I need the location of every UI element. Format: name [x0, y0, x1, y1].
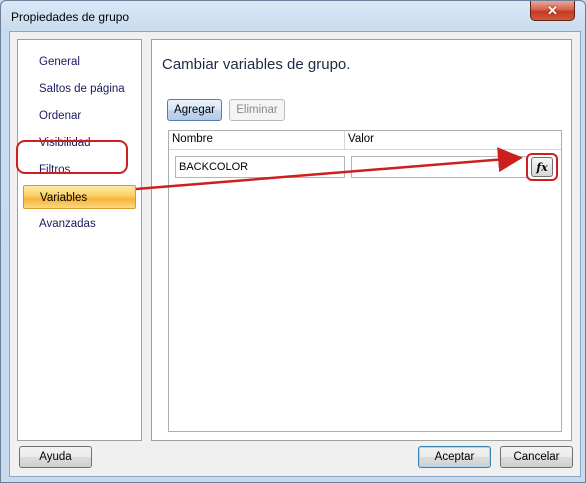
remove-button[interactable]: Eliminar: [229, 99, 285, 121]
variables-grid: Nombre Valor BACKCOLOR fx: [168, 130, 562, 432]
window-title: Propiedades de grupo: [11, 10, 130, 24]
dialog-window: Propiedades de grupo ✕ General Saltos de…: [0, 0, 586, 483]
annotation-ring-variables: [16, 140, 128, 174]
close-icon: ✕: [547, 2, 558, 18]
add-button[interactable]: Agregar: [167, 99, 222, 121]
sidebar-nav: General Saltos de página Ordenar Visibil…: [17, 39, 142, 441]
variable-name-field[interactable]: BACKCOLOR: [175, 156, 345, 178]
dialog-client: General Saltos de página Ordenar Visibil…: [9, 31, 581, 477]
sidebar-item-variables[interactable]: Variables: [23, 185, 136, 209]
annotation-ring-fx: [526, 153, 558, 181]
sidebar-item-page-breaks[interactable]: Saltos de página: [23, 77, 136, 101]
close-button[interactable]: ✕: [530, 1, 575, 21]
help-button[interactable]: Ayuda: [19, 446, 92, 468]
column-header-name: Nombre: [172, 133, 213, 145]
sidebar-item-sort[interactable]: Ordenar: [23, 104, 136, 128]
column-divider: [344, 131, 345, 149]
sidebar-item-general[interactable]: General: [23, 50, 136, 74]
content-panel: Cambiar variables de grupo. Agregar Elim…: [151, 39, 572, 441]
page-title: Cambiar variables de grupo.: [162, 56, 351, 73]
variable-value-field[interactable]: [351, 156, 527, 178]
cancel-button[interactable]: Cancelar: [500, 446, 573, 468]
grid-header: Nombre Valor: [169, 131, 561, 150]
column-header-value: Valor: [348, 133, 374, 145]
ok-button[interactable]: Aceptar: [418, 446, 491, 468]
sidebar-item-advanced[interactable]: Avanzadas: [23, 212, 136, 236]
